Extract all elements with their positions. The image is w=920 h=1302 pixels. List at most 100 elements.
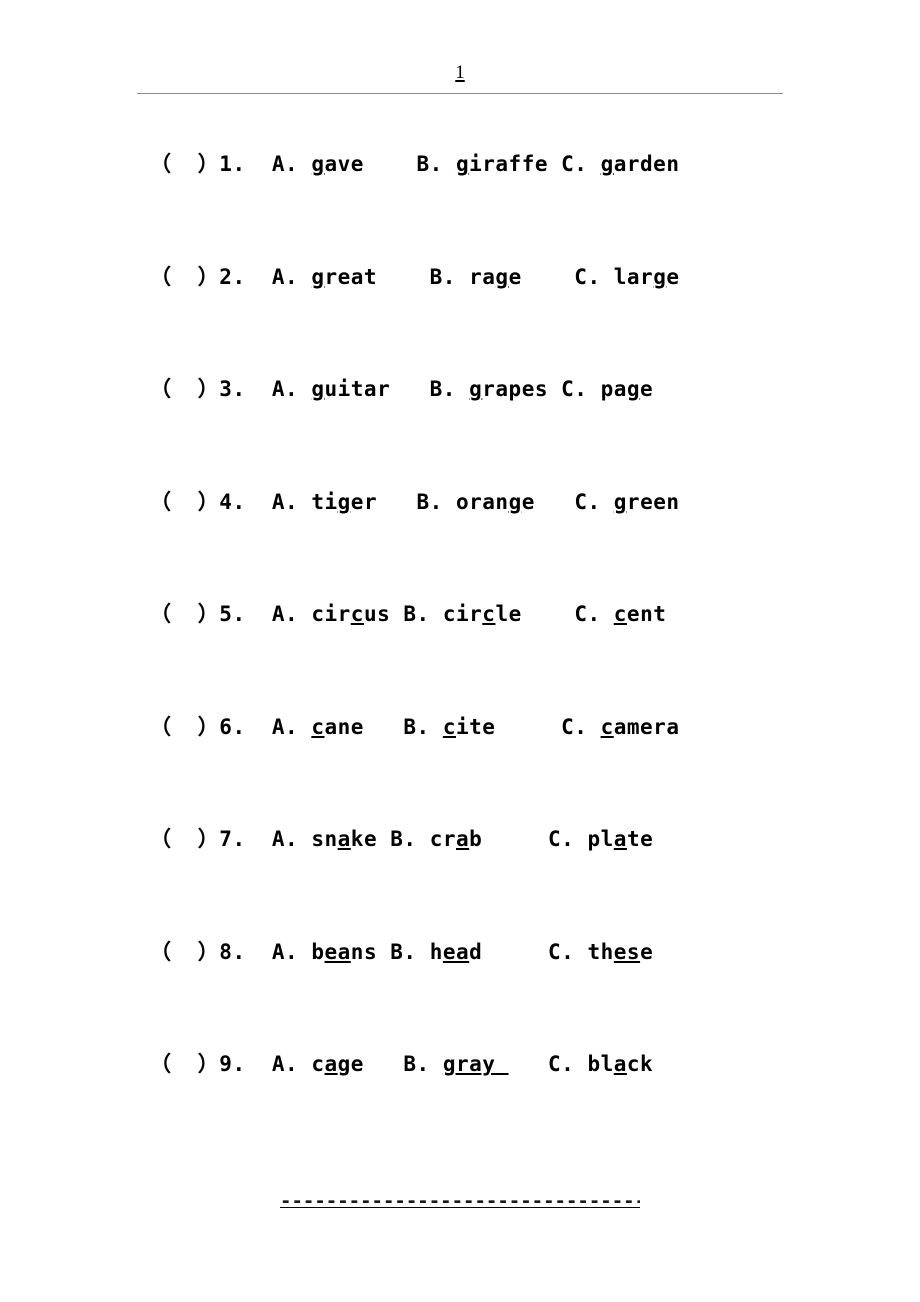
quiz-option-word: cite [443,715,496,739]
word-suffix: amera [613,714,680,739]
quiz-option[interactable]: B. giraffe [417,148,548,180]
underlined-letters: ea [442,939,470,964]
quiz-option[interactable]: A. gave [272,148,364,180]
word-suffix: ns [350,939,378,964]
quiz-option[interactable]: A. snake [272,823,377,855]
quiz-option[interactable]: B. cite [403,711,495,743]
quiz-item[interactable]: （ ）9. A. cage B. gray C. black [0,1048,920,1161]
quiz-option[interactable]: A. cane [272,711,364,743]
quiz-option[interactable]: B. rage [430,261,522,293]
quiz-option-word: giraffe [456,152,548,176]
answer-bracket[interactable]: （ ） [150,936,219,968]
quiz-item[interactable]: （ ）2. A. great B. rage C. large [0,261,920,374]
quiz-option-label: B. [429,377,456,401]
underlined-letters: ea [324,939,351,964]
quiz-option[interactable]: C. cent [574,598,666,630]
quiz-option[interactable]: C. black [548,1048,653,1080]
word-suffix: arden [613,152,680,176]
question-number: 3. [219,377,246,401]
quiz-option[interactable]: C. large [574,261,679,293]
quiz-option-word: crab [430,827,483,851]
quiz-option[interactable]: A. tiger [272,486,377,518]
quiz-option-label: B. [429,264,456,289]
quiz-option-label: A. [271,602,299,626]
word-prefix: cir [442,602,483,626]
quiz-option-label: B. [403,602,430,626]
quiz-option[interactable]: C. camera [561,711,679,743]
quiz-option-word: black [587,1052,653,1076]
answer-bracket[interactable]: （ ） [150,1048,219,1080]
word-prefix: oran [455,489,509,514]
quiz-option[interactable]: C. plate [548,823,653,855]
answer-bracket[interactable]: （ ） [150,261,219,293]
word-prefix: cr [429,827,456,851]
answer-bracket[interactable]: （ ） [150,486,219,518]
underlined-letters: c [442,714,456,739]
quiz-item[interactable]: （ ）8. A. beans B. head C. these [0,936,920,1049]
quiz-option-word: gave [311,152,364,176]
underlined-letters: g [626,377,641,401]
quiz-option-label: A. [271,939,299,964]
quiz-option-label: C. [548,827,575,851]
answer-bracket[interactable]: （ ） [150,823,219,855]
quiz-item[interactable]: （ ）6. A. cane B. cite C. camera [0,711,920,824]
answer-bracket[interactable]: （ ） [150,373,219,405]
word-suffix: iraffe [469,152,548,176]
word-prefix: th [587,939,614,964]
quiz-option[interactable]: B. grapes [430,373,548,405]
quiz-option-label: A. [271,264,299,289]
word-suffix: reat [324,264,378,289]
quiz-option-label: C. [548,939,575,964]
quiz-item[interactable]: （ ）3. A. guitar B. grapes C. page [0,373,920,486]
quiz-option[interactable]: A. cage [272,1048,364,1080]
quiz-option[interactable]: C. these [548,936,653,968]
underlined-letters: g [311,264,325,289]
word-suffix: ge [337,1052,364,1076]
question-number: 9. [219,1052,246,1076]
quiz-option[interactable]: B. orange [417,486,535,518]
quiz-option-word: circle [443,602,522,626]
quiz-option-label: A. [271,827,299,851]
word-suffix: ane [324,714,364,739]
quiz-item[interactable]: （ ）1. A. gave B. giraffe C. garden [0,148,920,261]
quiz-option[interactable]: A. circus [272,598,390,630]
quiz-option[interactable]: B. gray [403,1048,508,1080]
quiz-option[interactable]: A. beans [272,936,377,968]
quiz-option-word: large [614,265,680,289]
quiz-option[interactable]: C. green [574,486,679,518]
answer-bracket[interactable]: （ ） [150,711,219,743]
question-number: 1. [219,152,246,176]
quiz-option[interactable]: B. head [390,936,482,968]
quiz-item[interactable]: （ ）5. A. circus B. circle C. cent [0,598,920,711]
word-suffix: te [626,827,654,851]
question-number: 5. [219,602,246,626]
answer-bracket[interactable]: （ ） [150,148,219,180]
answer-bracket[interactable]: （ ） [150,598,219,630]
quiz-option-label: B. [416,489,443,514]
quiz-option-word: cage [311,1052,364,1076]
quiz-option[interactable]: A. great [272,261,377,293]
underlined-letters: g [613,489,627,514]
underlined-letters: g [337,489,351,514]
underlined-letters: g [508,489,522,514]
quiz-option[interactable]: B. crab [390,823,482,855]
quiz-option[interactable]: B. circle [403,598,521,630]
quiz-option-word: gray [443,1052,509,1076]
quiz-option[interactable]: C. garden [561,148,679,180]
quiz-option-label: B. [390,827,417,851]
quiz-option-word: snake [311,827,377,851]
word-suffix: ke [350,827,378,851]
word-suffix: le [495,602,522,626]
quiz-option[interactable]: A. guitar [272,373,390,405]
word-prefix: b [311,939,325,964]
underlined-letters: c [482,602,496,626]
quiz-option[interactable]: C. page [561,373,653,405]
footer-divider: ----------------------------------------… [280,1196,640,1210]
quiz-option-word: grapes [469,377,548,401]
quiz-item[interactable]: （ ）7. A. snake B. crab C. plate [0,823,920,936]
underlined-letters: a [456,827,470,851]
quiz-item[interactable]: （ ）4. A. tiger B. orange C. green [0,486,920,599]
quiz-option-word: tiger [311,490,377,514]
question-number: 6. [219,714,246,739]
quiz-option-label: A. [271,1052,299,1076]
